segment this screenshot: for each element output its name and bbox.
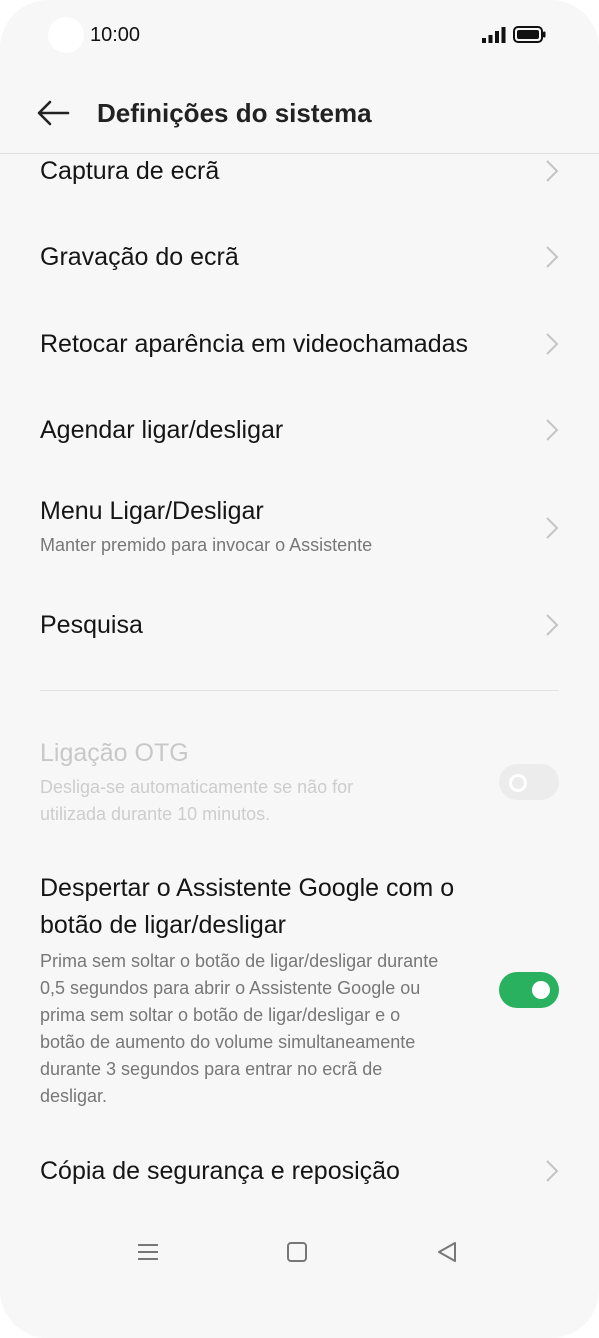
item-label: Menu Ligar/Desligar: [40, 497, 264, 525]
navigation-bar: [0, 1208, 599, 1338]
home-icon[interactable]: [277, 1232, 317, 1272]
item-label: Gravação do ecrã: [40, 243, 239, 271]
chevron-right-icon: [546, 246, 559, 268]
item-label: Cópia de segurança e reposição: [40, 1157, 400, 1185]
item-subtitle: Manter premido para invocar o Assistente: [40, 535, 373, 555]
signal-icon: [482, 27, 506, 43]
battery-icon: [513, 26, 546, 43]
chevron-right-icon: [546, 1160, 559, 1182]
item-label: Despertar o Assistente Google com o botã…: [40, 874, 455, 939]
list-item-scheduled-power[interactable]: Agendar ligar/desligar: [40, 413, 559, 447]
item-label: Pesquisa: [40, 611, 143, 639]
assistant-toggle[interactable]: [499, 972, 559, 1008]
chevron-right-icon: [546, 419, 559, 441]
item-subtitle: Desliga-se automaticamente se não for ut…: [40, 777, 354, 824]
status-bar: 10:00: [0, 0, 599, 70]
list-item-search[interactable]: Pesquisa: [40, 608, 559, 642]
chevron-right-icon: [546, 614, 559, 636]
item-subtitle: Prima sem soltar o botão de ligar/deslig…: [40, 951, 439, 1106]
item-label: Ligação OTG: [40, 739, 189, 767]
app-header: Definições do sistema: [0, 70, 599, 153]
status-time: 10:00: [90, 24, 141, 46]
section-divider: [40, 690, 559, 691]
list-item-screenshot[interactable]: Captura de ecrã: [40, 154, 559, 188]
toggle-knob: [532, 981, 550, 999]
list-item-power-menu[interactable]: Menu Ligar/Desligar Manter premido para …: [40, 494, 559, 559]
chevron-right-icon: [546, 517, 559, 539]
front-camera: [48, 17, 84, 53]
list-item-screen-recording[interactable]: Gravação do ecrã: [40, 240, 559, 274]
item-label: Captura de ecrã: [40, 157, 220, 185]
page-title: Definições do sistema: [97, 98, 372, 128]
list-item-video-call-beauty[interactable]: Retocar aparência em videochamadas: [40, 327, 559, 361]
item-label: Retocar aparência em videochamadas: [40, 330, 469, 358]
list-item-otg: Ligação OTG Desliga-se automaticamente s…: [40, 736, 559, 828]
back-arrow-icon[interactable]: [34, 94, 72, 132]
menu-icon[interactable]: [128, 1232, 168, 1272]
chevron-right-icon: [546, 333, 559, 355]
list-item-backup-reset[interactable]: Cópia de segurança e reposição: [40, 1154, 559, 1188]
phone-screen: 10:00 Definições do sistema Captura de e…: [0, 0, 599, 1338]
chevron-right-icon: [546, 160, 559, 182]
back-triangle-icon[interactable]: [427, 1232, 467, 1272]
settings-list: Captura de ecrã Gravação do ecrã Retocar…: [0, 154, 599, 1208]
otg-toggle: [499, 764, 559, 800]
toggle-knob: [509, 774, 527, 792]
item-label: Agendar ligar/desligar: [40, 416, 284, 444]
list-item-assistant-wake[interactable]: Despertar o Assistente Google com o botã…: [40, 870, 559, 1110]
